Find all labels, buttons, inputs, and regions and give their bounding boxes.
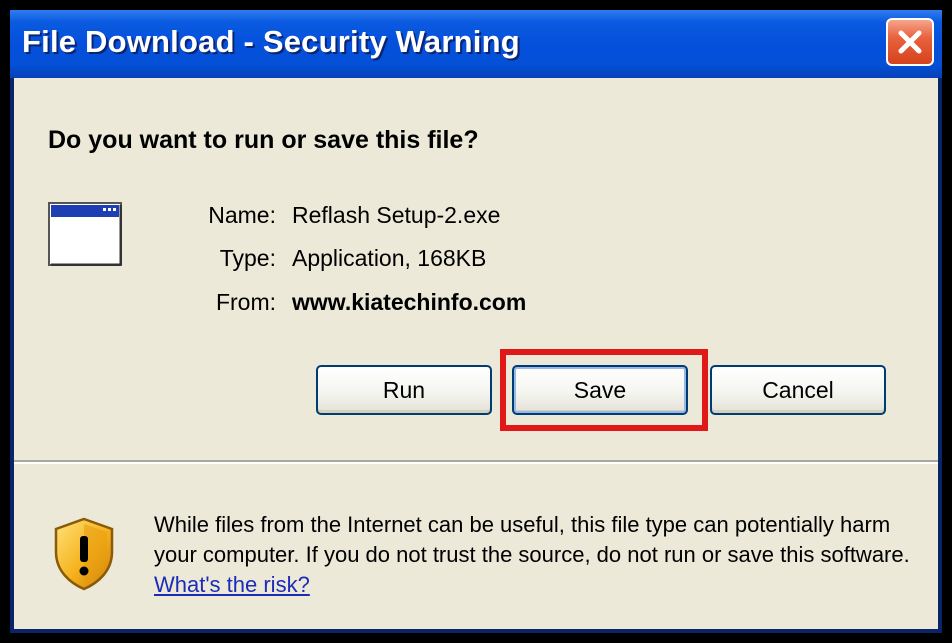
security-warning-text: While files from the Internet can be use… xyxy=(154,510,914,600)
file-source: www.kiatechinfo.com xyxy=(292,289,527,315)
file-type: Application, 168KB xyxy=(292,245,487,271)
application-window-icon xyxy=(48,202,122,266)
window-title: File Download - Security Warning xyxy=(22,24,520,59)
type-label: Type: xyxy=(219,245,276,271)
close-icon xyxy=(898,30,922,54)
close-button[interactable] xyxy=(886,18,934,66)
shield-warning-icon xyxy=(54,517,114,591)
run-button[interactable]: Run xyxy=(316,365,492,415)
warning-message: While files from the Internet can be use… xyxy=(154,512,910,567)
whats-the-risk-link[interactable]: What's the risk? xyxy=(154,572,310,597)
cancel-button[interactable]: Cancel xyxy=(710,365,886,415)
title-bar[interactable]: File Download - Security Warning xyxy=(10,10,942,78)
divider xyxy=(14,460,938,464)
file-download-dialog: File Download - Security Warning Do you … xyxy=(10,10,942,633)
save-highlight-box xyxy=(500,349,708,431)
from-label: From: xyxy=(215,289,276,315)
dialog-body: Do you want to run or save this file? Na… xyxy=(14,78,938,629)
name-label: Name: xyxy=(208,202,276,228)
file-name: Reflash Setup-2.exe xyxy=(292,202,501,228)
dialog-question: Do you want to run or save this file? xyxy=(48,126,479,154)
